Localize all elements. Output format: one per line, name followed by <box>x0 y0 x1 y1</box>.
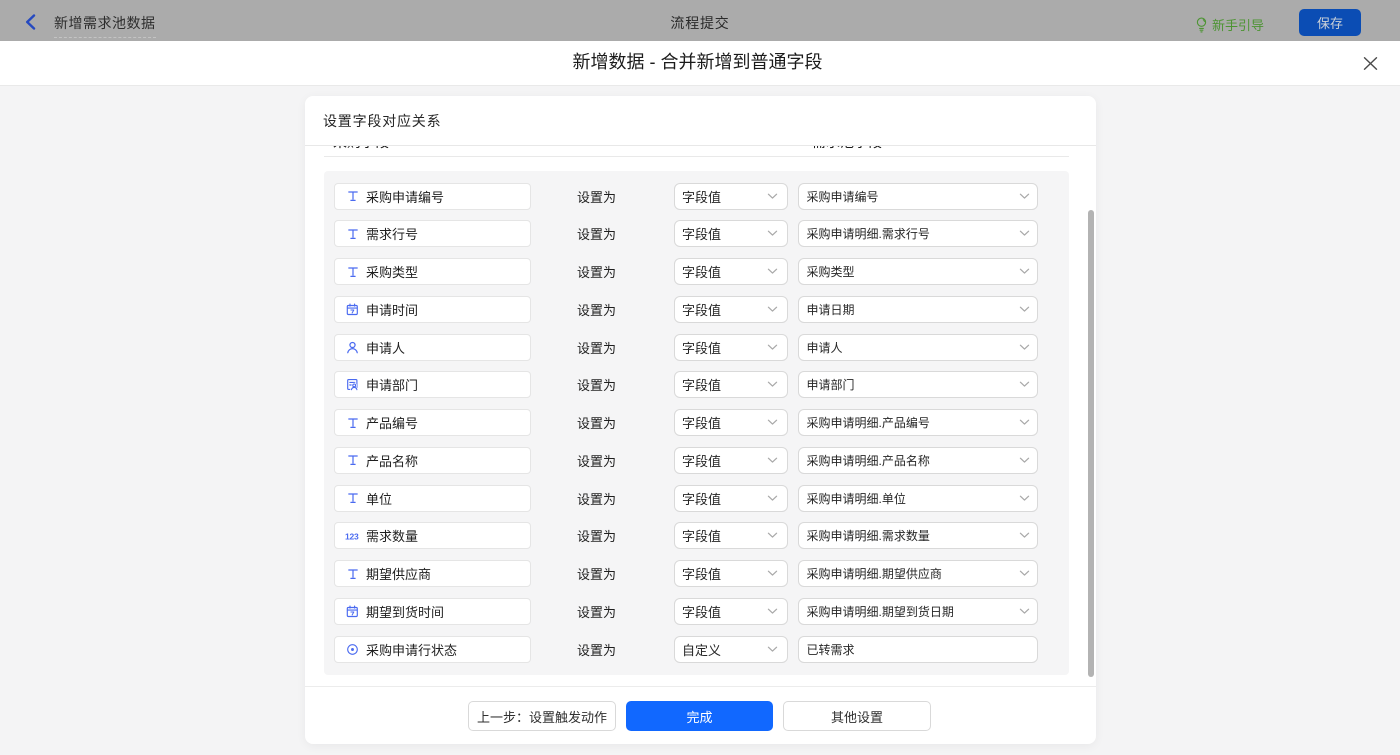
svg-text:123: 123 <box>345 531 359 541</box>
